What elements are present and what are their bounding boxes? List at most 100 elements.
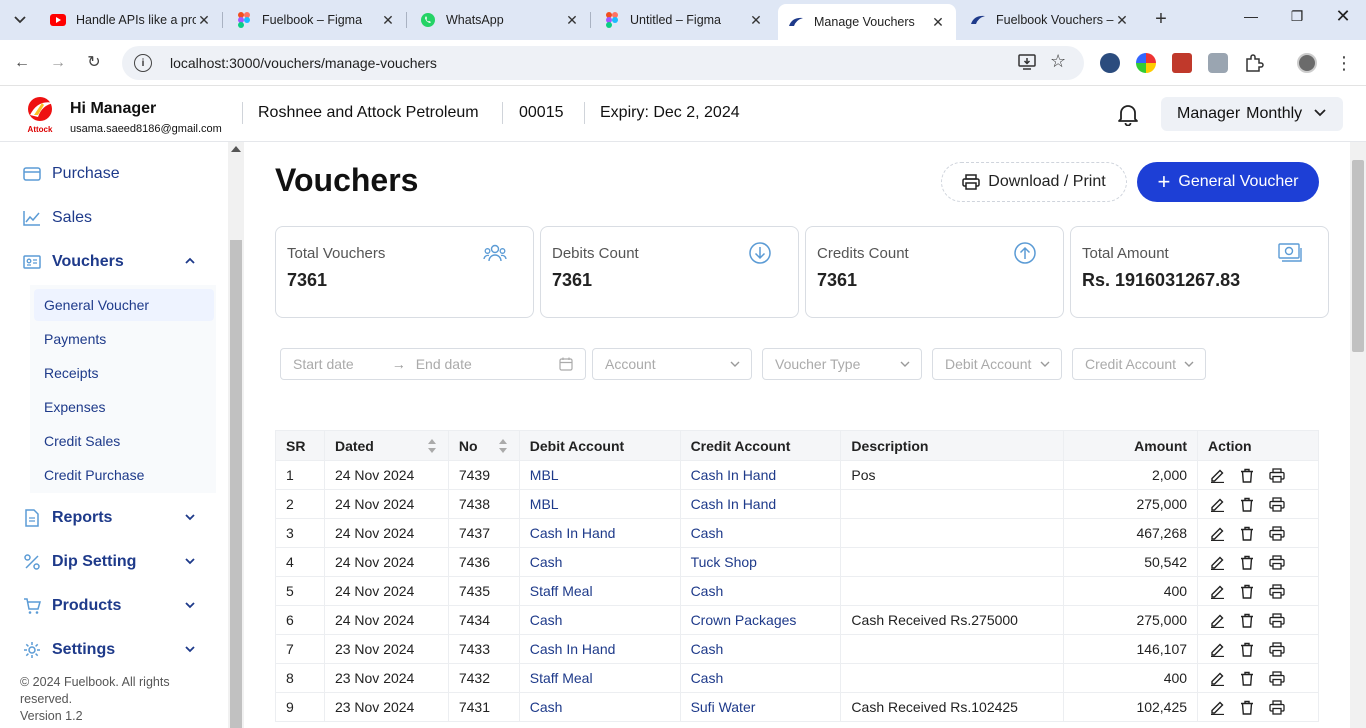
- column-header-no[interactable]: No: [447, 430, 520, 461]
- trash-icon[interactable]: [1238, 640, 1256, 658]
- cell-debit-account[interactable]: Cash: [518, 547, 681, 577]
- sidebar-item-settings[interactable]: Settings: [22, 635, 204, 665]
- submenu-item-payments[interactable]: Payments: [44, 331, 106, 347]
- browser-tab-0[interactable]: Handle APIs like a pro ✕: [40, 4, 222, 36]
- cell-credit-account[interactable]: Crown Packages: [679, 605, 842, 635]
- back-icon[interactable]: ←: [11, 52, 33, 74]
- printer-icon[interactable]: [1268, 611, 1286, 629]
- sidebar-item-vouchers[interactable]: Vouchers: [22, 247, 204, 277]
- sort-icon[interactable]: [498, 439, 507, 453]
- scroll-up-arrow-icon[interactable]: [231, 146, 241, 152]
- cell-debit-account[interactable]: MBL: [518, 460, 681, 490]
- bell-icon[interactable]: [1117, 102, 1139, 126]
- trash-icon[interactable]: [1238, 553, 1256, 571]
- submenu-item-receipts[interactable]: Receipts: [44, 365, 98, 381]
- bookmark-star-icon[interactable]: ☆: [1050, 51, 1066, 72]
- sidebar-item-purchase[interactable]: Purchase: [22, 159, 204, 189]
- download-print-button[interactable]: Download / Print: [941, 162, 1127, 202]
- printer-icon[interactable]: [1268, 553, 1286, 571]
- printer-icon[interactable]: [1268, 524, 1286, 542]
- browser-tab-2[interactable]: WhatsApp ✕: [410, 4, 590, 36]
- close-window-icon[interactable]: ✕: [1328, 6, 1358, 27]
- color-picker-extension-icon[interactable]: [1136, 53, 1156, 73]
- close-icon[interactable]: ✕: [930, 14, 946, 31]
- cell-debit-account[interactable]: Staff Meal: [518, 576, 681, 606]
- cell-credit-account[interactable]: Cash: [679, 518, 842, 548]
- main-scrollbar-thumb[interactable]: [1352, 160, 1364, 352]
- sidebar-item-sales[interactable]: Sales: [22, 203, 204, 233]
- general-voucher-button[interactable]: + General Voucher: [1137, 162, 1319, 202]
- edit-icon[interactable]: [1208, 698, 1226, 716]
- cell-debit-account[interactable]: Staff Meal: [518, 663, 681, 693]
- start-date-input[interactable]: Start date: [293, 356, 354, 372]
- submenu-item-credit-purchase[interactable]: Credit Purchase: [44, 467, 144, 483]
- sidebar-item-products[interactable]: Products: [22, 591, 204, 621]
- close-icon[interactable]: ✕: [380, 12, 396, 29]
- trash-icon[interactable]: [1238, 611, 1256, 629]
- browser-tab-3[interactable]: Untitled – Figma ✕: [594, 4, 774, 36]
- cell-debit-account[interactable]: MBL: [518, 489, 681, 519]
- trash-icon[interactable]: [1238, 524, 1256, 542]
- site-info-icon[interactable]: i: [134, 54, 152, 72]
- edit-icon[interactable]: [1208, 669, 1226, 687]
- sidebar-item-dip-setting[interactable]: Dip Setting: [22, 547, 204, 577]
- cell-credit-account[interactable]: Cash: [679, 576, 842, 606]
- printer-icon[interactable]: [1268, 669, 1286, 687]
- edit-icon[interactable]: [1208, 553, 1226, 571]
- credit-account-select[interactable]: Credit Account: [1072, 348, 1206, 380]
- printer-icon[interactable]: [1268, 495, 1286, 513]
- trash-icon[interactable]: [1238, 495, 1256, 513]
- cell-credit-account[interactable]: Cash: [679, 634, 842, 664]
- debit-account-select[interactable]: Debit Account: [932, 348, 1062, 380]
- submenu-item-expenses[interactable]: Expenses: [44, 399, 105, 415]
- trash-icon[interactable]: [1238, 698, 1256, 716]
- account-select[interactable]: Account: [592, 348, 752, 380]
- close-icon[interactable]: ✕: [1114, 12, 1130, 29]
- voucher-type-select[interactable]: Voucher Type: [762, 348, 922, 380]
- sidebar-item-reports[interactable]: Reports: [22, 503, 204, 533]
- edit-icon[interactable]: [1208, 495, 1226, 513]
- cell-credit-account[interactable]: Tuck Shop: [679, 547, 842, 577]
- cell-debit-account[interactable]: Cash In Hand: [518, 518, 681, 548]
- sidebar-scrollbar-thumb[interactable]: [230, 240, 242, 728]
- close-icon[interactable]: ✕: [748, 12, 764, 29]
- cell-debit-account[interactable]: Cash In Hand: [518, 634, 681, 664]
- restore-icon[interactable]: ❐: [1282, 8, 1312, 25]
- trash-icon[interactable]: [1238, 466, 1256, 484]
- profile-avatar[interactable]: [1297, 53, 1317, 73]
- end-date-input[interactable]: End date: [416, 356, 472, 372]
- reload-icon[interactable]: ↻: [83, 52, 105, 74]
- cell-credit-account[interactable]: Sufi Water: [679, 692, 842, 722]
- cell-credit-account[interactable]: Cash In Hand: [679, 489, 842, 519]
- printer-icon[interactable]: [1268, 698, 1286, 716]
- edit-icon[interactable]: [1208, 466, 1226, 484]
- extension-icon[interactable]: [1100, 53, 1120, 73]
- edit-icon[interactable]: [1208, 524, 1226, 542]
- submenu-item-general-voucher[interactable]: General Voucher: [44, 297, 149, 313]
- puzzle-icon[interactable]: [1244, 53, 1264, 73]
- printer-icon[interactable]: [1268, 582, 1286, 600]
- date-range-picker[interactable]: Start date → End date: [280, 348, 586, 380]
- close-icon[interactable]: ✕: [564, 12, 580, 29]
- trash-icon[interactable]: [1238, 582, 1256, 600]
- close-icon[interactable]: ✕: [196, 12, 212, 29]
- browser-tab-1[interactable]: Fuelbook – Figma ✕: [226, 4, 406, 36]
- column-header-dated[interactable]: Dated: [323, 430, 449, 461]
- printer-icon[interactable]: [1268, 640, 1286, 658]
- printer-icon[interactable]: [1268, 466, 1286, 484]
- address-bar[interactable]: i localhost:3000/vouchers/manage-voucher…: [122, 46, 1084, 80]
- shield-extension-icon[interactable]: [1208, 53, 1228, 73]
- submenu-item-credit-sales[interactable]: Credit Sales: [44, 433, 120, 449]
- forward-icon[interactable]: →: [47, 52, 69, 74]
- edit-icon[interactable]: [1208, 640, 1226, 658]
- minimize-icon[interactable]: —: [1236, 8, 1266, 24]
- new-tab-button[interactable]: +: [1150, 9, 1172, 29]
- trash-icon[interactable]: [1238, 669, 1256, 687]
- cell-credit-account[interactable]: Cash In Hand: [679, 460, 842, 490]
- edit-icon[interactable]: [1208, 611, 1226, 629]
- sort-icon[interactable]: [427, 439, 436, 453]
- cell-debit-account[interactable]: Cash: [518, 605, 681, 635]
- more-menu-icon[interactable]: ⋮: [1333, 52, 1355, 74]
- extension-icon[interactable]: [1172, 53, 1192, 73]
- cell-debit-account[interactable]: Cash: [518, 692, 681, 722]
